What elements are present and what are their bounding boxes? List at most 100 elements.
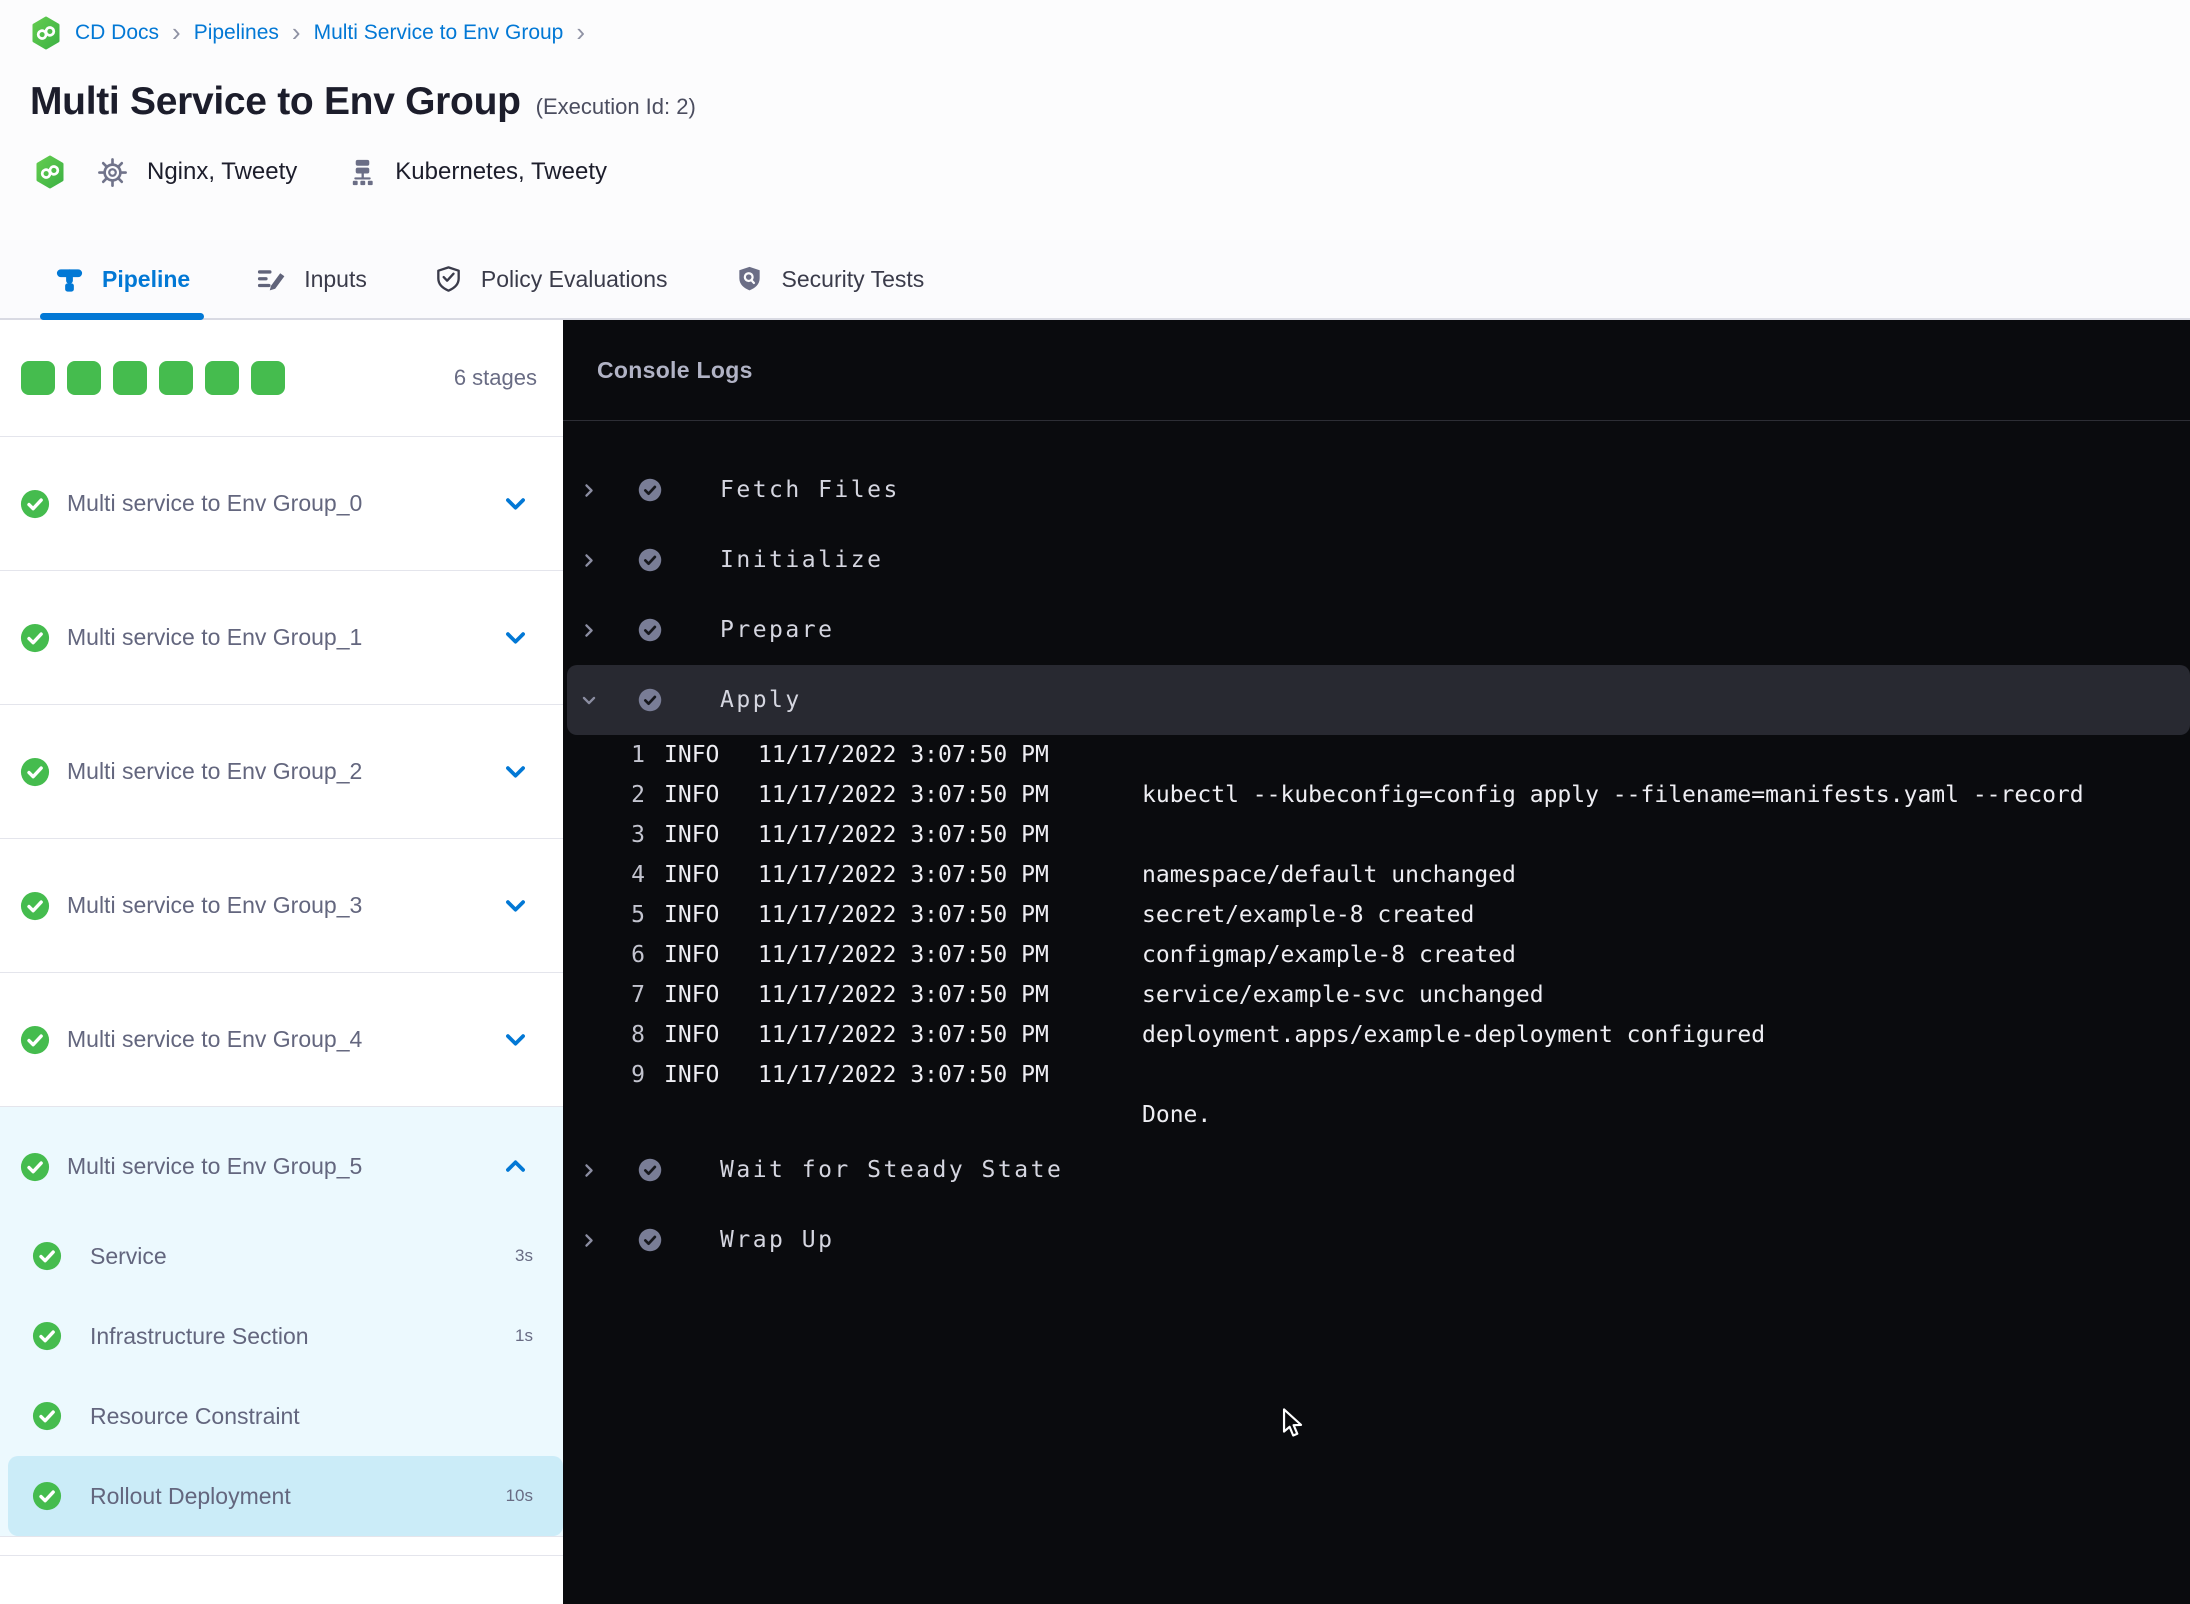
success-check-icon — [638, 1158, 662, 1182]
console-step-label: Apply — [720, 687, 802, 713]
step-label: Service — [90, 1242, 167, 1269]
breadcrumb-link[interactable]: CD Docs — [75, 21, 159, 45]
console-step-row[interactable]: Wrap Up — [563, 1205, 2190, 1275]
chevron-right-icon[interactable] — [580, 621, 598, 640]
active-tab-underline — [40, 313, 205, 320]
tab-security-tests[interactable]: Security Tests — [720, 240, 939, 318]
log-message: deployment.apps/example-deployment confi… — [1142, 1022, 1766, 1048]
log-row: 6 INFO 11/17/2022 3:07:50 PM configmap/e… — [563, 935, 2190, 975]
breadcrumb: CD Docs › Pipelines › Multi Service to Env G… — [30, 16, 585, 50]
tab-inputs[interactable]: Inputs — [242, 240, 381, 318]
pipeline-icon — [54, 264, 85, 295]
step-row[interactable]: Resource Constraint — [0, 1376, 563, 1456]
log-level: INFO — [664, 742, 720, 768]
environments-label: Kubernetes, Tweety — [395, 158, 607, 185]
page-header: CD Docs › Pipelines › Multi Service to Env G… — [0, 0, 2190, 240]
console-step-row[interactable]: Wait for Steady State — [563, 1135, 2190, 1205]
tab-label: Policy Evaluations — [480, 265, 668, 292]
stage-list-end-divider — [0, 1537, 563, 1556]
success-check-icon — [20, 489, 50, 519]
console-step-row[interactable]: Fetch Files — [563, 455, 2190, 525]
console-step-row[interactable]: Prepare — [563, 595, 2190, 665]
stage-label: Multi service to Env Group_2 — [67, 758, 363, 784]
stage-progress-square[interactable] — [21, 361, 55, 395]
log-timestamp: 11/17/2022 3:07:50 PM — [758, 822, 1049, 848]
log-row: Done. — [563, 1095, 2190, 1135]
tab-bar: Pipeline Inputs Policy Evaluations Secur… — [0, 240, 2190, 320]
stage-progress-square[interactable] — [113, 361, 147, 395]
console-step-row[interactable]: Apply — [567, 665, 2190, 735]
console-step-label: Wait for Steady State — [720, 1157, 1064, 1183]
stage-row[interactable]: Multi service to Env Group_1 — [0, 571, 563, 705]
services-gear-icon — [95, 155, 130, 190]
stage-label: Multi service to Env Group_4 — [67, 1026, 363, 1052]
stage-row[interactable]: Multi service to Env Group_0 — [0, 437, 563, 571]
chevron-right-icon[interactable] — [580, 1161, 598, 1180]
chevron-right-icon[interactable] — [580, 551, 598, 570]
log-timestamp: 11/17/2022 3:07:50 PM — [758, 942, 1049, 968]
step-row[interactable]: Service 3s — [0, 1216, 563, 1296]
success-check-icon — [32, 1321, 62, 1351]
success-check-icon — [20, 1152, 50, 1182]
step-row[interactable]: Rollout Deployment 10s — [8, 1456, 563, 1536]
success-check-icon — [638, 1228, 662, 1252]
stage-progress-square[interactable] — [205, 361, 239, 395]
success-check-icon — [638, 478, 662, 502]
stage-progress-square[interactable] — [251, 361, 285, 395]
breadcrumb-separator-icon: › — [172, 16, 181, 47]
log-row: 7 INFO 11/17/2022 3:07:50 PM service/exa… — [563, 975, 2190, 1015]
chevron-down-icon[interactable] — [502, 490, 529, 517]
log-row: 8 INFO 11/17/2022 3:07:50 PM deployment.… — [563, 1015, 2190, 1055]
step-label: Resource Constraint — [90, 1402, 300, 1429]
success-check-icon — [638, 688, 662, 712]
chevron-up-icon[interactable] — [502, 1153, 529, 1180]
breadcrumb-link[interactable]: Multi Service to Env Group — [314, 21, 564, 45]
breadcrumb-separator-icon: › — [576, 16, 586, 47]
chevron-down-icon[interactable] — [502, 892, 529, 919]
log-row: 1 INFO 11/17/2022 3:07:50 PM — [563, 735, 2190, 775]
step-label: Rollout Deployment — [90, 1482, 291, 1509]
stage-count-label: 6 stages — [453, 365, 537, 390]
stage-progress-squares[interactable] — [21, 361, 285, 395]
tab-policy-evaluations[interactable]: Policy Evaluations — [419, 240, 682, 318]
harness-cd-logo-icon — [34, 155, 66, 189]
chevron-down-icon[interactable] — [502, 624, 529, 651]
stage-list: Multi service to Env Group_0 Multi servi… — [0, 437, 563, 1537]
chevron-down-icon[interactable] — [502, 758, 529, 785]
stage-progress-square[interactable] — [159, 361, 193, 395]
log-level: INFO — [664, 782, 720, 808]
stage-row[interactable]: Multi service to Env Group_3 — [0, 839, 563, 973]
tab-label: Security Tests — [781, 265, 925, 292]
log-level: INFO — [664, 822, 720, 848]
stage-label: Multi service to Env Group_1 — [67, 624, 363, 650]
log-line-number: 7 — [631, 982, 645, 1008]
stage-row[interactable]: Multi service to Env Group_2 — [0, 705, 563, 839]
shield-check-icon — [433, 264, 464, 295]
success-check-icon — [32, 1401, 62, 1431]
chevron-down-icon[interactable] — [580, 691, 598, 710]
log-message: Done. — [1142, 1102, 1212, 1128]
title-row: Multi Service to Env Group (Execution Id… — [30, 80, 696, 124]
step-row[interactable]: Infrastructure Section 1s — [0, 1296, 563, 1376]
log-level: INFO — [664, 942, 720, 968]
chevron-down-icon[interactable] — [502, 1026, 529, 1053]
log-message: secret/example-8 created — [1142, 902, 1475, 928]
log-line-number: 5 — [631, 902, 645, 928]
tab-pipeline[interactable]: Pipeline — [40, 240, 205, 320]
step-duration: 1s — [515, 1326, 533, 1345]
stage-row[interactable]: Multi service to Env Group_4 — [0, 973, 563, 1107]
chevron-right-icon[interactable] — [580, 1231, 598, 1250]
log-line-number: 3 — [631, 822, 645, 848]
success-check-icon — [20, 891, 50, 921]
console-step-row[interactable]: Initialize — [563, 525, 2190, 595]
harness-cd-logo-icon — [30, 16, 62, 50]
chevron-right-icon[interactable] — [580, 481, 598, 500]
stage-row[interactable]: Multi service to Env Group_5 — [0, 1117, 563, 1216]
breadcrumb-link[interactable]: Pipelines — [194, 21, 279, 45]
success-check-icon — [32, 1241, 62, 1271]
console-step-label: Fetch Files — [720, 477, 900, 503]
execution-id: (Execution Id: 2) — [535, 94, 696, 119]
log-line-number: 9 — [631, 1062, 645, 1088]
stage-progress-square[interactable] — [67, 361, 101, 395]
console-steps: Fetch Files Initialize Prepare Apply 1 I… — [563, 421, 2190, 1275]
